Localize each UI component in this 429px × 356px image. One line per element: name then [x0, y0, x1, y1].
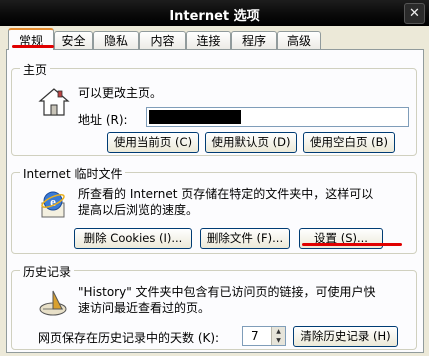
homepage-group-title: 主页 [20, 61, 51, 78]
redacted-address [149, 110, 241, 124]
clear-history-button[interactable]: 清除历史记录 (H) [293, 326, 398, 347]
history-group: 历史记录 "History" 文件夹中包含有已访问页的链接，可使用户快 速访问最… [11, 263, 417, 350]
homepage-description: 可以更改主页。 [78, 86, 163, 100]
history-sundial-icon [39, 290, 67, 316]
tab-strip: 常规 安全 隐私 内容 连接 程序 高级 [8, 28, 428, 50]
temp-files-group-title: Internet 临时文件 [20, 165, 126, 182]
homepage-group: 主页 可以更改主页。 地址 (R): 使用当前页 (C) 使用默认页 (D) 使… [11, 61, 417, 156]
use-current-page-button[interactable]: 使用当前页 (C) [107, 132, 199, 153]
days-label: 网页保存在历史记录中的天数 (K): [38, 331, 220, 345]
general-tab-pane: 主页 可以更改主页。 地址 (R): 使用当前页 (C) 使用默认页 (D) 使… [6, 49, 424, 353]
history-group-title: 历史记录 [20, 263, 75, 280]
annotation-underline-settings [302, 243, 402, 246]
temp-files-description-1: 所查看的 Internet 页存储在特定的文件夹中，这样可以 [78, 187, 374, 201]
temp-files-group: Internet 临时文件 e 所查看的 Internet 页存储在特定的文件夹… [11, 165, 417, 254]
delete-cookies-button[interactable]: 删除 Cookies (I)... [74, 228, 192, 249]
tab-security[interactable]: 安全 [54, 31, 93, 49]
house-icon [38, 88, 70, 116]
window-title: Internet 选项 [169, 9, 260, 24]
temp-files-description-2: 提高以后浏览的速度。 [78, 203, 199, 217]
tab-privacy[interactable]: 隐私 [93, 31, 139, 49]
tab-programs[interactable]: 程序 [231, 31, 277, 49]
annotation-underline-tab [12, 45, 54, 48]
history-description-2: 速访问最近查看过的页。 [78, 301, 211, 315]
address-input[interactable] [146, 107, 409, 127]
days-value: 7 [251, 329, 259, 343]
title-bar: Internet 选项 ✕ [0, 0, 429, 26]
stepper-up-icon[interactable]: ▲ [272, 327, 285, 336]
use-default-page-button[interactable]: 使用默认页 (D) [205, 132, 297, 153]
history-description-1: "History" 文件夹中包含有已访问页的链接，可使用户快 [78, 285, 376, 299]
tab-connections[interactable]: 连接 [186, 31, 231, 49]
address-label: 地址 (R): [78, 113, 128, 127]
tab-content[interactable]: 内容 [139, 31, 186, 49]
ie-globe-icon: e [41, 191, 65, 218]
stepper-down-icon[interactable]: ▼ [272, 336, 285, 345]
close-icon[interactable]: ✕ [404, 3, 425, 24]
use-blank-page-button[interactable]: 使用空白页 (B) [303, 132, 395, 153]
delete-files-button[interactable]: 删除文件 (F)... [200, 228, 290, 249]
tab-advanced[interactable]: 高级 [277, 31, 321, 49]
stepper-arrows[interactable]: ▲ ▼ [271, 327, 285, 345]
days-stepper[interactable]: 7 ▲ ▼ [242, 326, 286, 346]
